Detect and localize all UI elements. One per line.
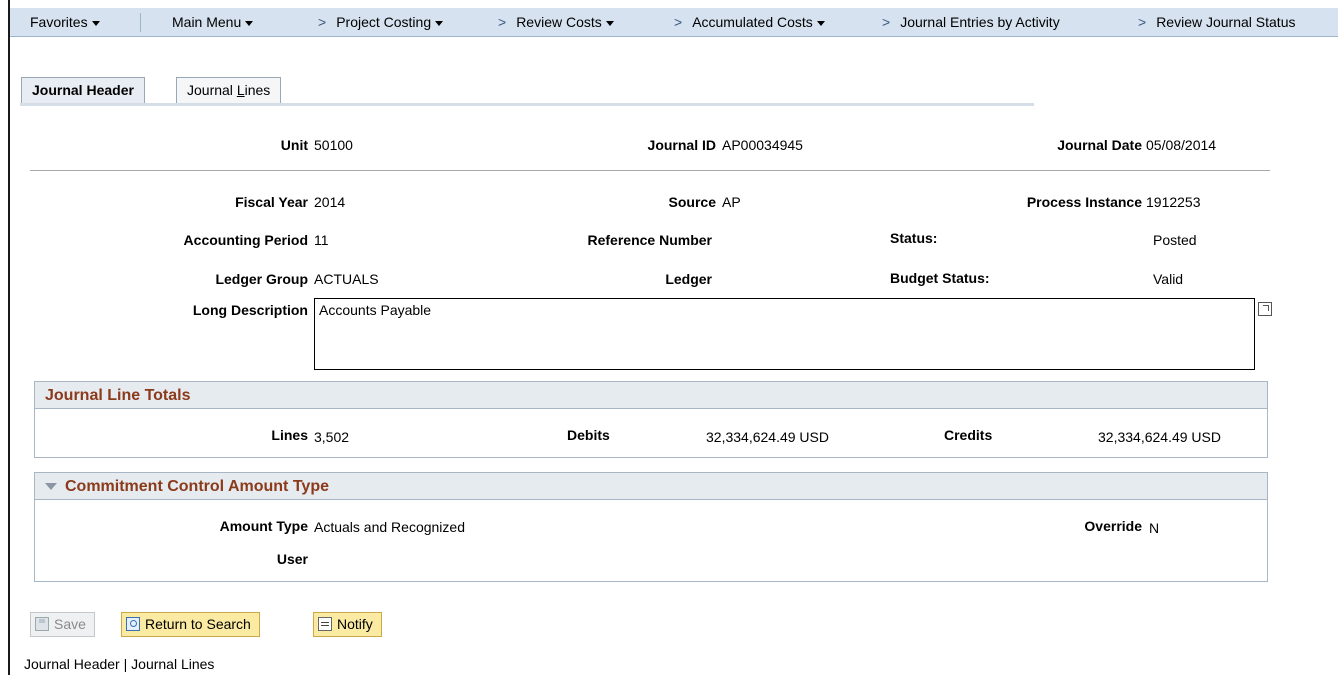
chevron-down-icon	[816, 20, 825, 26]
reference-number-label: Reference Number	[587, 232, 713, 248]
chevron-down-icon	[605, 20, 614, 26]
commitment-control-title: Commitment Control Amount Type	[65, 478, 329, 495]
tab-underline	[20, 103, 1034, 106]
unit-label: Unit	[280, 137, 308, 153]
override-value: N	[1149, 520, 1160, 536]
notify-icon	[318, 617, 332, 632]
debits-label: Debits	[567, 427, 610, 443]
return-to-search-button[interactable]: Return to Search	[121, 612, 260, 637]
breadcrumb-review-journal-status[interactable]: > Review Journal Status	[1138, 8, 1295, 37]
fiscal-year-label: Fiscal Year	[235, 194, 308, 210]
favorites-label: Favorites	[30, 14, 88, 30]
save-icon	[35, 617, 49, 632]
breadcrumb-label: Journal Entries by Activity	[900, 14, 1060, 30]
breadcrumb-arrow-icon: >	[498, 14, 507, 30]
chevron-down-icon	[245, 20, 254, 26]
chevron-down-icon	[91, 20, 100, 26]
override-label: Override	[1084, 518, 1142, 534]
breadcrumb-project-costing[interactable]: > Project Costing	[318, 8, 444, 37]
long-description-label: Long Description	[192, 302, 308, 318]
budget-status-value: Valid	[1153, 271, 1184, 287]
lines-value: 3,502	[314, 429, 350, 445]
credits-label: Credits	[944, 427, 993, 443]
tab-label-prefix: Journal	[187, 82, 237, 98]
process-instance-label: Process Instance	[1026, 194, 1142, 210]
breadcrumb-label: Review Costs	[516, 14, 602, 30]
status-label: Status:	[890, 230, 938, 246]
ledger-group-label: Ledger Group	[215, 271, 308, 287]
save-button[interactable]: Save	[30, 612, 95, 637]
amount-type-label: Amount Type	[219, 518, 308, 534]
journal-line-totals-group: Journal Line Totals	[34, 381, 1268, 458]
breadcrumb-accumulated-costs[interactable]: > Accumulated Costs	[674, 8, 825, 37]
main-menu[interactable]: Main Menu	[172, 8, 254, 37]
ledger-group-value: ACTUALS	[314, 271, 379, 287]
long-description-field[interactable]: Accounts Payable	[314, 298, 1255, 370]
amount-type-value: Actuals and Recognized	[314, 519, 465, 535]
notify-button[interactable]: Notify	[313, 612, 382, 637]
source-value: AP	[722, 194, 741, 210]
notify-button-label: Notify	[337, 616, 373, 632]
status-value: Posted	[1153, 232, 1197, 248]
breadcrumb-review-costs[interactable]: > Review Costs	[498, 8, 614, 37]
return-to-search-label: Return to Search	[145, 616, 251, 632]
accounting-period-label: Accounting Period	[183, 232, 308, 248]
collapse-arrow-icon[interactable]	[45, 483, 57, 491]
breadcrumb-label: Project Costing	[336, 14, 432, 30]
chevron-down-icon	[435, 20, 444, 26]
breadcrumb-arrow-icon: >	[882, 14, 891, 30]
footer-link-journal-lines[interactable]: Journal Lines	[131, 656, 214, 672]
commitment-control-header[interactable]: Commitment Control Amount Type	[35, 473, 1267, 500]
header-divider	[30, 170, 1270, 171]
tab-label: Journal Header	[32, 82, 134, 98]
lines-label: Lines	[271, 427, 308, 443]
breadcrumb-journal-entries-by-activity[interactable]: > Journal Entries by Activity	[882, 8, 1060, 37]
journal-line-totals-title: Journal Line Totals	[35, 382, 1267, 409]
footer-separator: |	[119, 656, 132, 672]
user-label: User	[276, 551, 308, 567]
tab-journal-lines[interactable]: Journal Lines	[176, 77, 282, 104]
accounting-period-value: 11	[314, 232, 329, 248]
budget-status-label: Budget Status:	[890, 270, 990, 286]
breadcrumb-label: Review Journal Status	[1156, 14, 1296, 30]
journal-date-label: Journal Date	[1057, 137, 1142, 153]
debits-value: 32,334,624.49 USD	[706, 429, 829, 445]
tab-journal-header[interactable]: Journal Header	[21, 77, 145, 105]
breadcrumb-arrow-icon: >	[1138, 14, 1147, 30]
top-navigation-bar: Favorites Main Menu > Project Costing > Re…	[10, 8, 1338, 37]
breadcrumb-arrow-icon: >	[674, 14, 683, 30]
journal-id-label: Journal ID	[647, 137, 716, 153]
footer-links: Journal Header | Journal Lines	[24, 656, 214, 672]
fiscal-year-value: 2014	[314, 194, 346, 210]
journal-date-value: 05/08/2014	[1146, 137, 1217, 153]
save-button-label: Save	[54, 616, 86, 632]
breadcrumb-label: Accumulated Costs	[692, 14, 813, 30]
credits-value: 32,334,624.49 USD	[1098, 429, 1221, 445]
breadcrumb-arrow-icon: >	[318, 14, 327, 30]
ledger-label: Ledger	[665, 271, 712, 287]
source-label: Source	[668, 194, 716, 210]
main-menu-label: Main Menu	[172, 14, 242, 30]
unit-value: 50100	[314, 137, 353, 153]
tab-label-suffix: ines	[244, 82, 271, 98]
nav-divider	[140, 13, 141, 32]
favorites-menu[interactable]: Favorites	[30, 8, 100, 37]
process-instance-value: 1912253	[1146, 194, 1201, 210]
return-search-icon	[126, 617, 140, 632]
journal-id-value: AP00034945	[722, 137, 803, 153]
expand-field-icon[interactable]	[1258, 302, 1272, 316]
footer-link-journal-header[interactable]: Journal Header	[24, 656, 120, 672]
tab-label-accelerator: L	[236, 82, 245, 98]
